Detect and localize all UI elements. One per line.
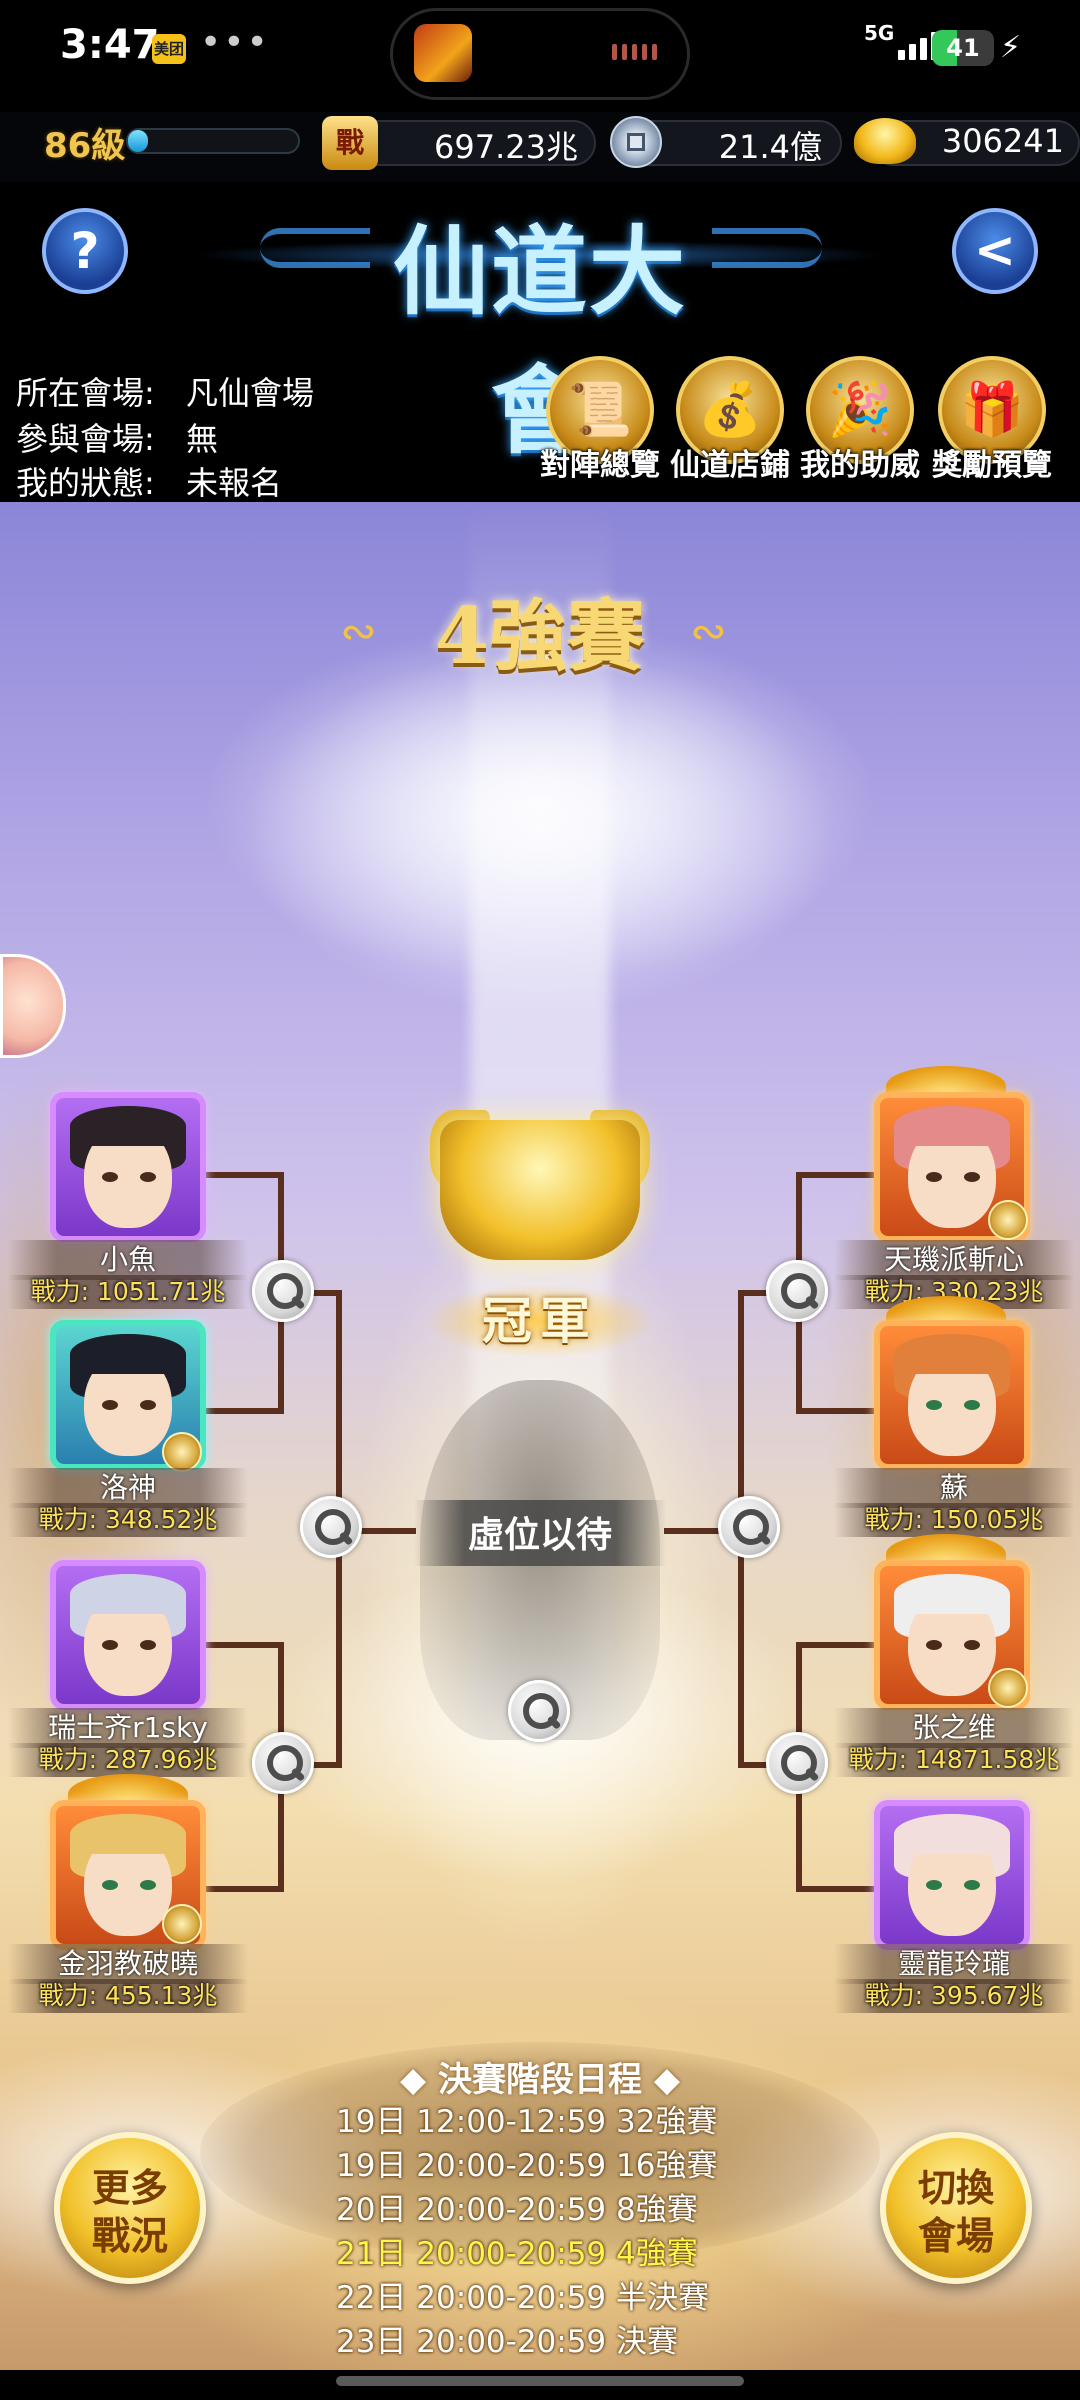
joined-venue-label: 參與會場: bbox=[16, 420, 155, 458]
player-avatar-left-3[interactable] bbox=[50, 1560, 206, 1710]
champion-label: 冠軍 bbox=[430, 1286, 650, 1356]
combat-power-icon: 戰 bbox=[322, 116, 378, 170]
venue-value: 凡仙會場 bbox=[186, 374, 315, 412]
rank-badge-icon bbox=[988, 1668, 1028, 1708]
trophy-icon bbox=[440, 1120, 640, 1260]
schedule-title: ◆ 決賽階段日程 ◆ bbox=[400, 2060, 680, 2100]
more-notifications-icon: ••• bbox=[200, 22, 270, 63]
matchup-overview-label[interactable]: 對陣總覽 bbox=[532, 440, 668, 484]
charging-icon: ⚡ bbox=[1000, 30, 1022, 65]
my-status-value: 未報名 bbox=[186, 464, 283, 502]
view-match-magnifier-icon[interactable] bbox=[252, 1732, 314, 1794]
reward-preview-label[interactable]: 獎勵預覽 bbox=[924, 440, 1060, 484]
view-final-magnifier-icon[interactable] bbox=[508, 1680, 570, 1742]
view-match-magnifier-icon[interactable] bbox=[766, 1260, 828, 1322]
player-name-right-2: 蘇 bbox=[834, 1468, 1074, 1508]
rank-badge-icon bbox=[162, 1904, 202, 1944]
schedule-row-active: 21日 20:00-20:59 4強賽 bbox=[336, 2236, 698, 2272]
player-power-left-1: 戰力: 1051.71兆 bbox=[8, 1275, 248, 1309]
more-battles-button[interactable]: 更多 戰況 bbox=[54, 2132, 206, 2284]
view-match-magnifier-icon[interactable] bbox=[718, 1496, 780, 1558]
schedule-row: 22日 20:00-20:59 半決賽 bbox=[336, 2280, 710, 2316]
schedule-title-text: 決賽階段日程 bbox=[438, 2060, 642, 2100]
player-power-left-3: 戰力: 287.96兆 bbox=[8, 1743, 248, 1777]
player-name-left-3: 瑞士齐r1sky bbox=[8, 1708, 248, 1748]
help-button[interactable]: ? bbox=[42, 208, 128, 294]
coin-hole-icon bbox=[627, 133, 645, 151]
xp-bar-fill bbox=[128, 130, 148, 152]
rank-badge-icon bbox=[988, 1200, 1028, 1240]
clock: 3:47 bbox=[60, 22, 160, 68]
player-name-left-1: 小魚 bbox=[8, 1240, 248, 1280]
player-avatar-right-2[interactable] bbox=[874, 1320, 1030, 1470]
xp-bar bbox=[126, 128, 300, 154]
player-name-left-4: 金羽教破曉 bbox=[8, 1944, 248, 1984]
schedule-row: 20日 20:00-20:59 8強賽 bbox=[336, 2192, 698, 2228]
player-level: 86級 bbox=[44, 126, 126, 166]
switch-venue-button[interactable]: 切換 會場 bbox=[880, 2132, 1032, 2284]
pending-champion-text: 虛位以待 bbox=[467, 1515, 612, 1556]
schedule-row: 19日 20:00-20:59 16強賽 bbox=[336, 2148, 718, 2184]
shop-label[interactable]: 仙道店鋪 bbox=[662, 440, 798, 484]
gold-ingot-icon bbox=[854, 118, 916, 164]
venue-label: 所在會場: bbox=[16, 374, 155, 412]
view-match-magnifier-icon[interactable] bbox=[300, 1496, 362, 1558]
player-avatar-right-4[interactable] bbox=[874, 1800, 1030, 1950]
coin-value: 21.4億 bbox=[718, 128, 822, 166]
battery-icon: 41 bbox=[932, 30, 994, 66]
swirl-icon-right: ∾ bbox=[690, 606, 727, 657]
page-title: 仙道大會 bbox=[393, 215, 687, 467]
back-button[interactable]: < bbox=[952, 208, 1038, 294]
view-match-magnifier-icon[interactable] bbox=[766, 1732, 828, 1794]
combat-power-value: 697.23兆 bbox=[434, 128, 578, 166]
player-power-right-4: 戰力: 395.67兆 bbox=[834, 1979, 1074, 2013]
player-name-right-3: 张之维 bbox=[834, 1708, 1074, 1748]
schedule-row: 19日 12:00-12:59 32強賽 bbox=[336, 2104, 718, 2140]
player-name-right-4: 靈龍玲瓏 bbox=[834, 1944, 1074, 1984]
view-match-magnifier-icon[interactable] bbox=[252, 1260, 314, 1322]
meituan-app-icon: 美团 bbox=[152, 34, 186, 64]
audio-activity-icon bbox=[612, 44, 658, 60]
battery-level: 41 bbox=[946, 34, 980, 62]
rank-badge-icon bbox=[162, 1432, 202, 1472]
player-name-right-1: 天璣派斬心 bbox=[834, 1240, 1074, 1280]
my-cheer-label[interactable]: 我的助威 bbox=[792, 440, 928, 484]
player-power-left-2: 戰力: 348.52兆 bbox=[8, 1503, 248, 1537]
player-name-left-2: 洛神 bbox=[8, 1468, 248, 1508]
game-app-icon bbox=[414, 24, 472, 82]
network-type: 5G bbox=[864, 21, 895, 45]
player-power-right-3: 戰力: 14871.58兆 bbox=[834, 1743, 1074, 1777]
player-power-left-4: 戰力: 455.13兆 bbox=[8, 1979, 248, 2013]
home-indicator[interactable] bbox=[336, 2376, 744, 2386]
round-title: 4強賽 bbox=[434, 591, 646, 682]
gold-value: 306241 bbox=[941, 122, 1064, 160]
joined-venue-value: 無 bbox=[186, 420, 219, 458]
swirl-icon-left: ∾ bbox=[340, 606, 377, 657]
player-avatar-left-1[interactable] bbox=[50, 1092, 206, 1242]
my-status-label: 我的狀態: bbox=[16, 464, 155, 502]
schedule-row: 23日 20:00-20:59 決賽 bbox=[336, 2324, 679, 2360]
player-power-right-2: 戰力: 150.05兆 bbox=[834, 1503, 1074, 1537]
